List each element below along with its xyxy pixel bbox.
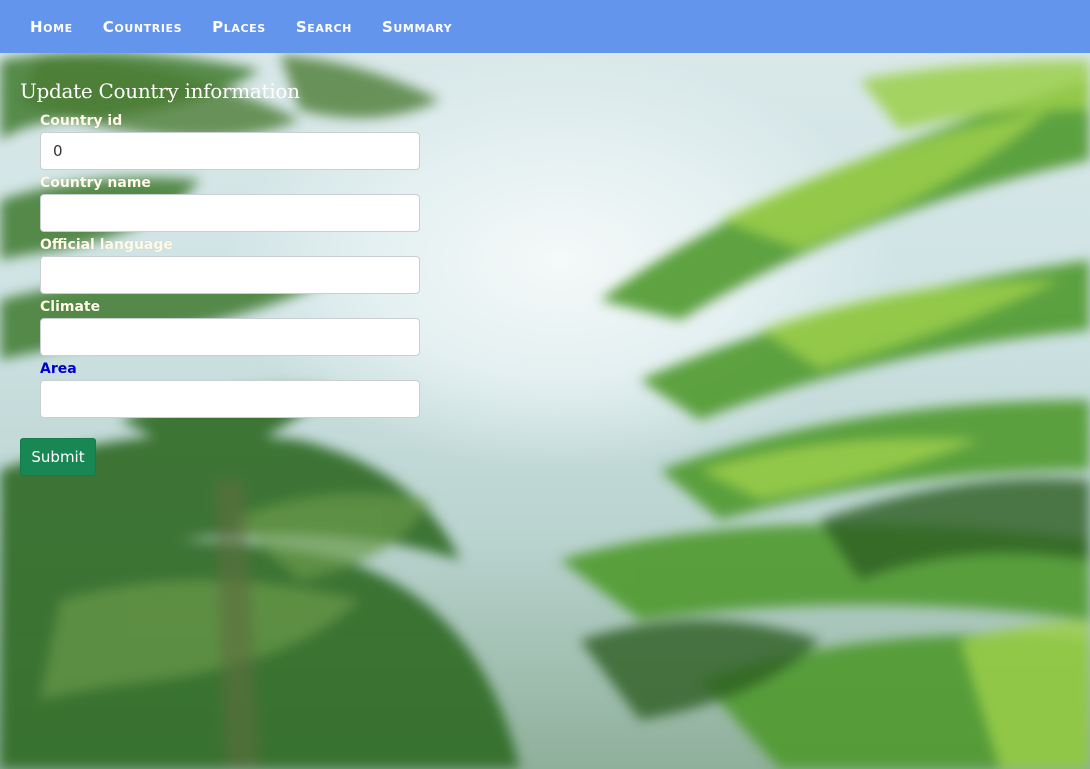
official-language-label: Official language <box>40 237 173 253</box>
country-name-input[interactable] <box>40 194 420 232</box>
official-language-field: Official language <box>40 236 420 294</box>
nav-item-home[interactable]: Home <box>15 18 88 36</box>
top-navbar: Home Countries Places Search Summary <box>0 0 1090 53</box>
nav-item-places[interactable]: Places <box>197 18 281 36</box>
form-title: Update Country information <box>20 79 300 103</box>
area-label: Area <box>40 361 77 377</box>
climate-label: Climate <box>40 299 101 315</box>
climate-input[interactable] <box>40 318 420 356</box>
nav-item-search[interactable]: Search <box>281 18 367 36</box>
climate-field: Climate <box>40 298 420 356</box>
country-name-label: Country name <box>40 175 151 191</box>
country-id-label: Country id <box>40 113 123 129</box>
submit-button[interactable]: Submit <box>20 438 96 476</box>
update-country-form: Update Country information Country id Co… <box>20 76 420 476</box>
nav-item-summary[interactable]: Summary <box>367 18 467 36</box>
area-input[interactable] <box>40 380 420 418</box>
nav-item-countries[interactable]: Countries <box>88 18 197 36</box>
country-id-field: Country id <box>40 112 420 170</box>
official-language-input[interactable] <box>40 256 420 294</box>
country-id-input[interactable] <box>40 132 420 170</box>
country-name-field: Country name <box>40 174 420 232</box>
area-field: Area <box>40 360 420 418</box>
